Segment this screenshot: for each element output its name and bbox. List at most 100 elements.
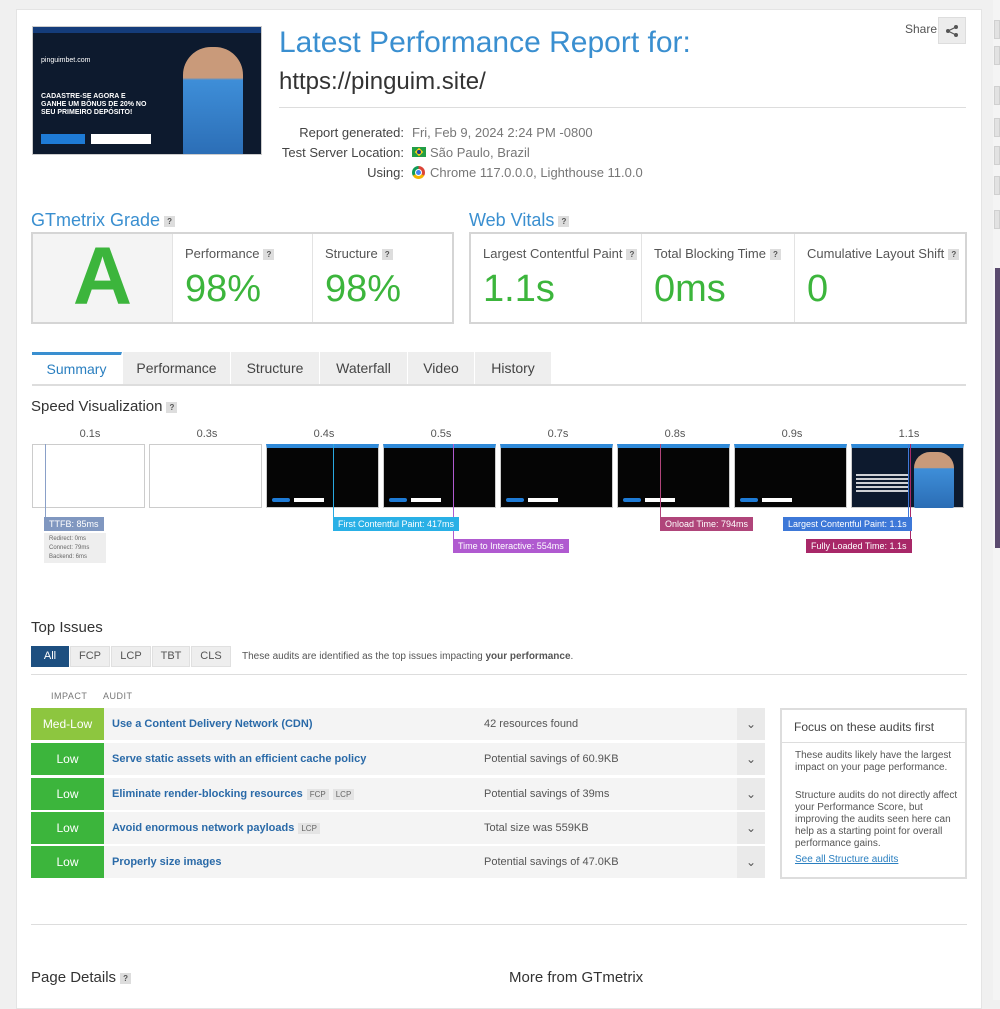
chevron-down-icon[interactable]: ⌄ [737, 743, 765, 775]
audit-title[interactable]: Serve static assets with an efficient ca… [112, 753, 366, 765]
focus-panel-text: Structure audits do not directly affect … [795, 790, 958, 849]
cls-cell: Cumulative Layout Shift? 0 [795, 234, 965, 322]
gtmetrix-grade-heading: GTmetrix Grade? [31, 210, 176, 231]
connect-time: Connect: 79ms [49, 545, 90, 551]
audit-result: Potential savings of 47.0KB [484, 856, 619, 868]
filmstrip-frame[interactable] [383, 444, 496, 508]
performance-cell: Performance? 98% [173, 234, 313, 322]
chevron-down-icon[interactable]: ⌄ [737, 846, 765, 878]
audit-title[interactable]: Eliminate render-blocking resources FCP LC… [112, 788, 355, 800]
help-icon[interactable]: ? [381, 249, 393, 261]
page-screenshot-thumbnail[interactable]: pinguimbet.com CADASTRE-SE AGORA E GANHE… [32, 26, 262, 155]
impact-column-header: IMPACT [51, 691, 88, 701]
chevron-down-icon[interactable]: ⌄ [737, 812, 765, 844]
frame-button [528, 498, 558, 502]
frame-time: 0.5s [430, 428, 452, 440]
tab-performance[interactable]: Performance [123, 352, 231, 384]
frame-button [389, 498, 407, 502]
share-button[interactable] [938, 17, 966, 44]
side-tab[interactable] [994, 20, 1000, 39]
chevron-down-icon[interactable]: ⌄ [737, 778, 765, 810]
frame-button [623, 498, 641, 502]
impact-badge: Low [31, 778, 104, 810]
tab-structure[interactable]: Structure [231, 352, 320, 384]
help-icon[interactable]: ? [770, 249, 781, 261]
structure-label-text: Structure [325, 246, 378, 261]
frame-time: 0.1s [79, 428, 101, 440]
cls-label-text: Cumulative Layout Shift [807, 246, 945, 261]
side-tab[interactable] [994, 176, 1000, 195]
tab-video[interactable]: Video [408, 352, 475, 384]
web-vitals-heading-text: Web Vitals [469, 210, 555, 230]
performance-label-text: Performance [185, 246, 260, 261]
focus-panel-title: Focus on these audits first [782, 710, 965, 743]
issues-note-bold: your performance [485, 651, 571, 662]
audit-row[interactable]: Low Serve static assets with an efficien… [31, 743, 765, 775]
lcp-value: 1.1s [483, 268, 555, 310]
filter-cls[interactable]: CLS [191, 646, 231, 667]
lcp-label-text: Largest Contentful Paint [483, 246, 623, 261]
filmstrip-frame[interactable] [149, 444, 262, 508]
focus-audits-panel: Focus on these audits first These audits… [780, 708, 967, 879]
tab-summary[interactable]: Summary [32, 352, 122, 384]
audit-result: 42 resources found [484, 718, 579, 730]
help-icon[interactable]: ? [558, 215, 570, 227]
tab-waterfall[interactable]: Waterfall [320, 352, 408, 384]
help-icon[interactable]: ? [263, 249, 275, 261]
audit-row[interactable]: Med-Low Use a Content Delivery Network (… [31, 708, 765, 740]
frame-text-block [856, 474, 908, 492]
side-tab[interactable] [994, 146, 1000, 165]
backend-time: Backend: 6ms [49, 554, 88, 560]
side-tab[interactable] [994, 86, 1000, 105]
help-icon[interactable]: ? [948, 249, 960, 261]
tbt-label: Total Blocking Time? [654, 246, 781, 261]
side-accent-bar [995, 268, 1000, 548]
focus-panel-text: These audits likely have the largest imp… [795, 750, 952, 773]
help-icon[interactable]: ? [164, 215, 176, 227]
issues-note-suffix: . [570, 651, 574, 662]
audit-title[interactable]: Properly size images [112, 856, 221, 868]
filter-fcp[interactable]: FCP [70, 646, 110, 667]
filmstrip-frame[interactable] [617, 444, 730, 508]
metric-tag: LCP [332, 788, 355, 800]
side-tab[interactable] [994, 46, 1000, 65]
filmstrip-frame[interactable] [266, 444, 379, 508]
side-tab[interactable] [994, 118, 1000, 137]
audit-row[interactable]: Low Properly size images Potential savin… [31, 846, 765, 878]
audit-row[interactable]: Low Eliminate render-blocking resources F… [31, 778, 765, 810]
help-icon[interactable]: ? [120, 972, 132, 984]
help-icon[interactable]: ? [626, 249, 638, 261]
page-details-heading-text: Page Details [31, 969, 117, 986]
side-tab[interactable] [994, 210, 1000, 229]
server-location-value: São Paulo, Brazil [430, 145, 530, 160]
filter-tbt[interactable]: TBT [152, 646, 190, 667]
impact-badge: Low [31, 846, 104, 878]
structure-label: Structure? [325, 246, 393, 261]
filmstrip-frame[interactable] [734, 444, 847, 508]
report-tabs: Summary Performance Structure Waterfall … [32, 352, 966, 386]
help-icon[interactable]: ? [166, 401, 178, 413]
audit-title[interactable]: Use a Content Delivery Network (CDN) [112, 718, 313, 730]
fully-loaded-marker: Fully Loaded Time: 1.1s [806, 539, 912, 553]
tbt-value: 0ms [654, 268, 726, 310]
server-location-label: Test Server Location: [281, 145, 404, 160]
ttfb-marker: TTFB: 85ms [44, 517, 104, 531]
audit-title[interactable]: Avoid enormous network payloads LCP [112, 822, 320, 834]
more-from-gtmetrix-heading: More from GTmetrix [509, 969, 644, 986]
frame-button [272, 498, 290, 502]
chevron-down-icon[interactable]: ⌄ [737, 708, 765, 740]
impact-badge: Med-Low [31, 708, 104, 740]
frame-time: 0.8s [664, 428, 686, 440]
filter-lcp[interactable]: LCP [111, 646, 151, 667]
thumb-button-primary [41, 134, 85, 144]
filmstrip-frame[interactable] [32, 444, 145, 508]
audit-row[interactable]: Low Avoid enormous network payloads LCP T… [31, 812, 765, 844]
structure-cell: Structure? 98% [313, 234, 452, 322]
thumb-top-strip [33, 27, 261, 33]
filmstrip-frame[interactable] [500, 444, 613, 508]
tab-history[interactable]: History [475, 352, 552, 384]
filter-all[interactable]: All [31, 646, 69, 667]
share-label[interactable]: Share [905, 22, 937, 36]
see-structure-audits-link[interactable]: See all Structure audits [795, 854, 960, 866]
top-issues-heading: Top Issues [31, 619, 103, 636]
